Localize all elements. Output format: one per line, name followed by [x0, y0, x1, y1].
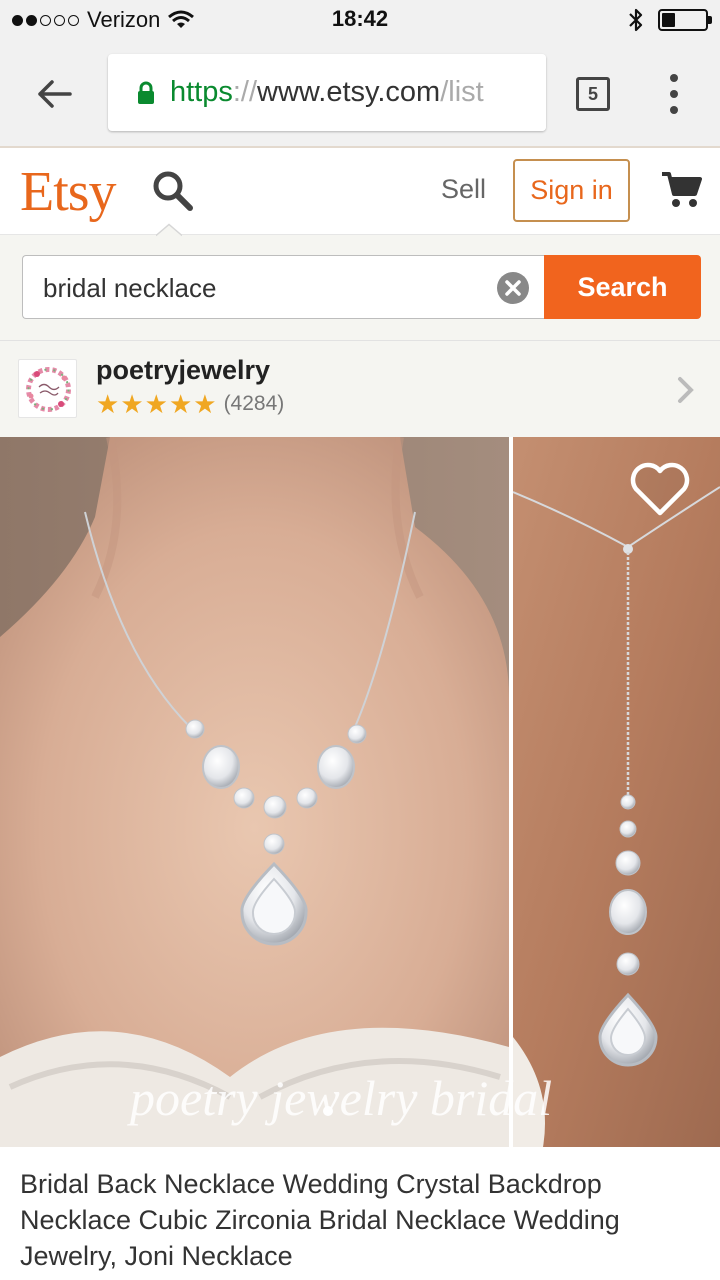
menu-dot: [670, 90, 678, 98]
etsy-header: Etsy Sell Sign in: [0, 150, 720, 235]
shop-name: poetryjewelry: [96, 355, 271, 385]
listing-title: Bridal Back Necklace Wedding Crystal Bac…: [20, 1169, 620, 1271]
clear-icon: [505, 280, 521, 296]
listing-image-secondary[interactable]: [513, 437, 720, 1147]
back-arrow-icon: [38, 80, 72, 108]
etsy-logo[interactable]: Etsy: [20, 160, 117, 224]
search-button[interactable]: Search: [544, 255, 701, 319]
shop-rating: ★ ★ ★ ★ ★ (4284): [96, 391, 284, 417]
menu-dot: [670, 106, 678, 114]
browser-toolbar: https://www.etsy.com/list 5: [0, 40, 720, 148]
star-icon: ★: [120, 389, 144, 419]
image-watermark: poetry jewelry bridal: [130, 1070, 553, 1126]
shop-avatar: [18, 359, 77, 418]
review-count: (4284): [223, 392, 285, 415]
back-button[interactable]: [30, 72, 78, 116]
url-text: https://www.etsy.com/list: [170, 76, 484, 108]
battery-icon: [658, 9, 712, 31]
star-icon: ★: [96, 389, 120, 419]
shop-row[interactable]: poetryjewelry ★ ★ ★ ★ ★ (4284): [0, 341, 720, 437]
clear-search-button[interactable]: [497, 272, 529, 304]
search-input-value: bridal necklace: [43, 273, 217, 303]
star-icon: ★: [193, 389, 217, 419]
status-time: 18:42: [331, 6, 389, 31]
favorite-button[interactable]: [628, 461, 692, 522]
cart-button[interactable]: [660, 170, 702, 215]
overflow-menu-button[interactable]: [664, 70, 684, 118]
sign-in-button[interactable]: Sign in: [513, 159, 630, 222]
tab-switcher-button[interactable]: 5: [576, 77, 610, 111]
cart-icon: [662, 172, 702, 207]
search-caret: [156, 223, 182, 237]
search-icon: [153, 171, 193, 211]
bluetooth-icon: [629, 8, 643, 32]
search-input[interactable]: bridal necklace: [22, 255, 547, 319]
listing-image-main[interactable]: [0, 437, 509, 1147]
status-right: [628, 6, 712, 34]
chevron-right-icon: [678, 377, 694, 403]
listing-image-carousel[interactable]: poetry jewelry bridal: [0, 437, 720, 1147]
carousel-page-indicator: [323, 1106, 333, 1116]
address-bar[interactable]: https://www.etsy.com/list: [108, 54, 546, 131]
star-icon: ★: [168, 389, 193, 419]
search-bar: bridal necklace Search: [0, 235, 720, 341]
heart-icon: [630, 462, 690, 516]
menu-dot: [670, 74, 678, 82]
lock-icon: [138, 81, 154, 104]
status-bar: Verizon 18:42: [0, 0, 720, 40]
star-icon: ★: [144, 389, 168, 419]
search-toggle-button[interactable]: [152, 170, 196, 219]
sell-link[interactable]: Sell: [441, 174, 486, 205]
